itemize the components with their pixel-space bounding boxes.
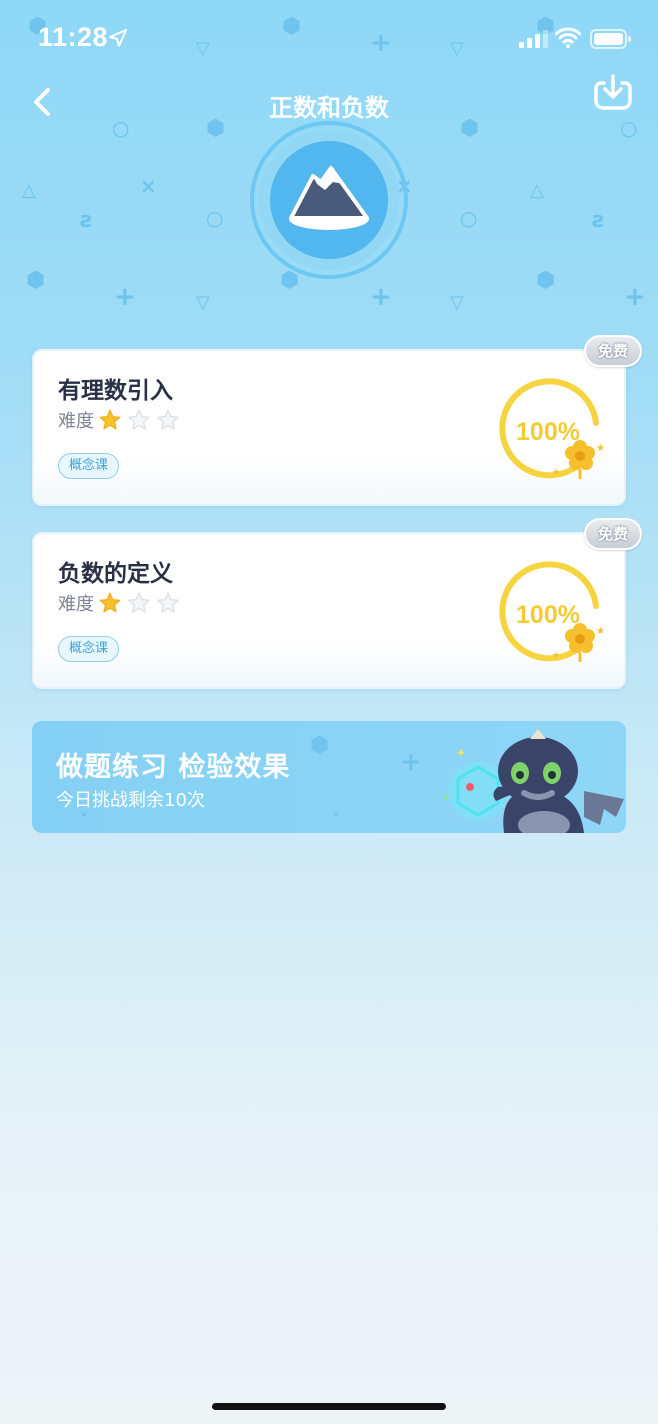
status-bar: 11:28: [0, 0, 658, 80]
free-badge: 免费: [584, 518, 642, 550]
difficulty-rating: 难度: [58, 407, 185, 433]
lesson-type-tag: 概念课: [58, 453, 120, 479]
svg-text:★: ★: [552, 468, 560, 478]
star-filled-icon: [99, 592, 121, 613]
lesson-title: 有理数引入: [58, 378, 173, 404]
lesson-type-tag: 概念课: [58, 636, 120, 662]
progress-text: 100%: [516, 601, 580, 629]
lesson-card[interactable]: 负数的定义 难度 概念课 100% ★ ★ 免费: [32, 518, 642, 689]
svg-text:✦: ✦: [456, 746, 466, 760]
lesson-card[interactable]: 有理数引入 难度 概念课 100% ★ ★ 免费: [32, 335, 642, 506]
free-badge: 免费: [584, 335, 642, 367]
battery-icon: [590, 29, 631, 49]
progress-ring: 100% ★ ★: [499, 561, 605, 662]
unit-mountain-emblem: [250, 121, 408, 279]
difficulty-label: 难度: [58, 594, 94, 615]
page-title: 正数和负数: [269, 94, 389, 122]
svg-text:★: ★: [596, 443, 605, 454]
svg-text:★: ★: [552, 651, 560, 661]
dragon-mascot-icon: ✦ ✦: [442, 729, 624, 833]
practice-banner[interactable]: ⬢ + ᵛ ᵛ 做题练习 检验效果 今日挑战剩余10次 ✦ ✦: [32, 721, 626, 833]
difficulty-rating: 难度: [58, 590, 185, 616]
star-empty-icon: [157, 592, 179, 613]
progress-text: 100%: [516, 418, 580, 446]
location-arrow-icon: [109, 29, 127, 47]
star-empty-icon: [157, 409, 179, 430]
lesson-title: 负数的定义: [58, 561, 173, 587]
download-button[interactable]: [592, 70, 634, 112]
progress-ring: 100% ★ ★: [499, 378, 605, 479]
star-filled-icon: [99, 409, 121, 430]
home-indicator[interactable]: [212, 1403, 446, 1410]
wifi-icon: [555, 27, 581, 48]
practice-title: 做题练习 检验效果: [56, 752, 291, 783]
status-time: 11:28: [38, 22, 109, 52]
cellular-signal-icon: [519, 30, 548, 48]
star-empty-icon: [128, 409, 150, 430]
svg-text:★: ★: [596, 626, 605, 637]
star-empty-icon: [128, 592, 150, 613]
svg-text:✦: ✦: [442, 793, 450, 804]
practice-subtitle: 今日挑战剩余10次: [56, 790, 205, 811]
difficulty-label: 难度: [58, 411, 94, 432]
